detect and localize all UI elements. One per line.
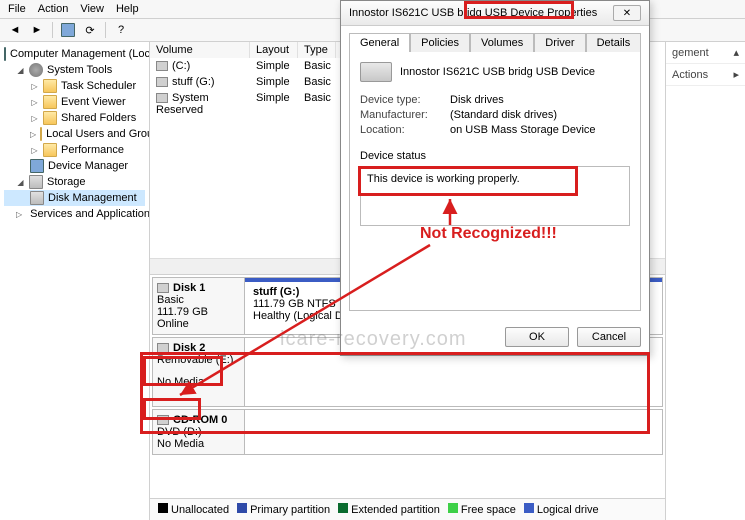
back-button[interactable]: ◄ (6, 21, 24, 39)
tree-performance[interactable]: ▷Performance (4, 142, 145, 158)
tree-services[interactable]: ▷Services and Applications (4, 206, 145, 222)
legend: Unallocated Primary partition Extended p… (150, 498, 665, 520)
actions-more[interactable]: Actions▸ (666, 64, 745, 86)
device-status-box[interactable]: This device is working properly. (360, 166, 630, 226)
dialog-tabs: General Policies Volumes Driver Details (341, 26, 649, 51)
tab-volumes[interactable]: Volumes (470, 33, 534, 52)
refresh-button[interactable]: ⟳ (81, 21, 99, 39)
col-layout[interactable]: Layout (250, 42, 298, 58)
menu-view[interactable]: View (80, 3, 104, 15)
device-properties-dialog: Innostor IS621C USB bridg USB Device Pro… (340, 0, 650, 356)
menu-help[interactable]: Help (116, 3, 139, 15)
tree-storage[interactable]: ◢Storage (4, 174, 145, 190)
manufacturer-value: (Standard disk drives) (450, 109, 557, 121)
toolbar-icon[interactable] (59, 21, 77, 39)
cd-icon (157, 415, 169, 425)
tree-event-viewer[interactable]: ▷Event Viewer (4, 94, 145, 110)
disk-info: CD-ROM 0 DVD (D:) No Media (153, 410, 245, 454)
tree-root[interactable]: Computer Management (Local (4, 46, 145, 62)
chevron-up-icon[interactable]: ▴ (733, 46, 739, 59)
tree-system-tools[interactable]: ◢System Tools (4, 62, 145, 78)
ok-button[interactable]: OK (505, 327, 569, 347)
tab-general[interactable]: General (349, 33, 410, 52)
tree-device-manager[interactable]: Device Manager (4, 158, 145, 174)
disk-icon (157, 343, 169, 353)
tab-details[interactable]: Details (586, 33, 642, 52)
disk-info: Disk 1 Basic111.79 GBOnline (153, 278, 245, 334)
disk-row[interactable]: CD-ROM 0 DVD (D:) No Media (152, 409, 663, 455)
tab-policies[interactable]: Policies (410, 33, 470, 52)
col-volume[interactable]: Volume (150, 42, 250, 58)
col-type[interactable]: Type (298, 42, 336, 58)
tab-driver[interactable]: Driver (534, 33, 585, 52)
tree-disk-management[interactable]: Disk Management (4, 190, 145, 206)
nav-tree: Computer Management (Local ◢System Tools… (0, 42, 150, 520)
disk-icon (157, 283, 169, 293)
menu-action[interactable]: Action (38, 3, 69, 15)
device-type-value: Disk drives (450, 94, 504, 106)
device-status-label: Device status (360, 150, 630, 162)
tab-body: Innostor IS621C USB bridg USB Device Dev… (349, 51, 641, 311)
actions-header: gement▴ (666, 42, 745, 64)
chevron-right-icon: ▸ (733, 68, 739, 81)
drive-icon (156, 61, 168, 71)
close-button[interactable]: ✕ (613, 5, 641, 21)
drive-icon (156, 77, 168, 87)
partition-empty[interactable] (245, 410, 662, 454)
forward-button[interactable]: ► (28, 21, 46, 39)
cancel-button[interactable]: Cancel (577, 327, 641, 347)
menu-file[interactable]: File (8, 3, 26, 15)
help-button[interactable]: ? (112, 21, 130, 39)
actions-pane: gement▴ Actions▸ (665, 42, 745, 520)
location-value: on USB Mass Storage Device (450, 124, 596, 136)
tree-shared-folders[interactable]: ▷Shared Folders (4, 110, 145, 126)
disk-info: Disk 2 Removable (E:) No Media (153, 338, 245, 406)
tree-task-scheduler[interactable]: ▷Task Scheduler (4, 78, 145, 94)
tree-local-users[interactable]: ▷Local Users and Groups (4, 126, 145, 142)
dialog-titlebar[interactable]: Innostor IS621C USB bridg USB Device Pro… (341, 1, 649, 26)
drive-icon (156, 93, 168, 103)
device-drive-icon (360, 62, 392, 82)
device-name: Innostor IS621C USB bridg USB Device (400, 66, 595, 78)
